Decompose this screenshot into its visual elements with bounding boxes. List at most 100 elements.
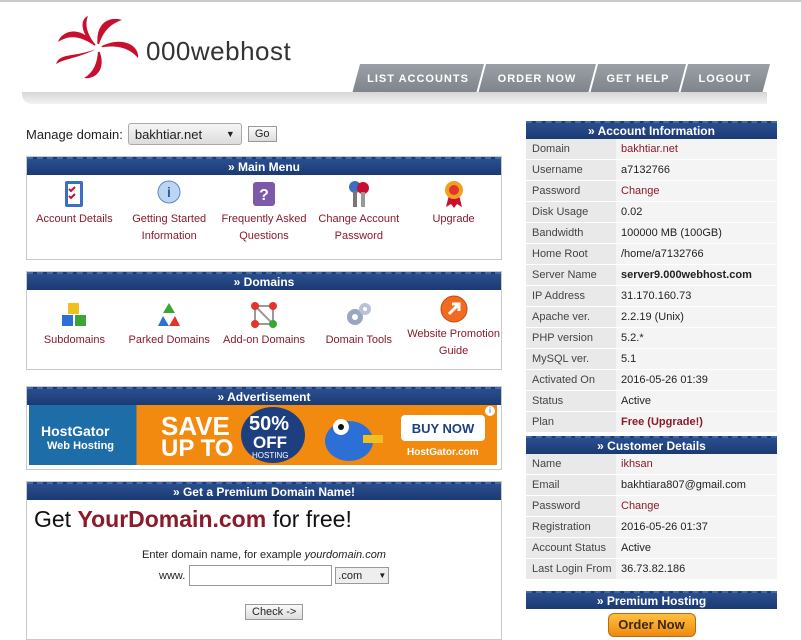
info-row: Plan Free (Upgrade!) — [526, 412, 777, 433]
info-value: 0.02 — [616, 202, 777, 222]
info-key: PHP version — [526, 328, 616, 348]
gears-icon — [346, 303, 371, 325]
info-row: Name ikhsan — [526, 454, 777, 475]
info-value[interactable]: Change — [616, 181, 777, 201]
domain-select[interactable]: bakhtiar.net ▼ — [127, 123, 242, 145]
info-key: Server Name — [526, 265, 616, 285]
info-value: server9.000webhost.com — [616, 265, 777, 285]
premium-domain-heading: Get YourDomain.com for free! — [34, 506, 352, 533]
info-row: Status Active — [526, 391, 777, 412]
tld-select[interactable]: .com ▼ — [335, 567, 390, 584]
menu-account-details[interactable]: Account Details — [27, 175, 122, 245]
info-value: 2.2.19 (Unix) — [616, 307, 777, 327]
prompt-example: yourdomain.com — [304, 549, 386, 561]
info-key: Registration — [526, 517, 616, 537]
nav-list-accounts[interactable]: LIST ACCOUNTS — [352, 64, 484, 94]
info-row: Disk Usage 0.02 — [526, 202, 777, 223]
info-key: Status — [526, 391, 616, 411]
menu-upgrade[interactable]: Upgrade — [406, 175, 501, 245]
info-key: Bandwidth — [526, 223, 616, 243]
info-value: 2016-05-26 01:39 — [616, 370, 777, 390]
menu-website-promotion[interactable]: Website Promotion Guide — [406, 290, 501, 360]
info-value: 5.1 — [616, 349, 777, 369]
menu-faq[interactable]: ? Frequently Asked Questions — [217, 175, 312, 245]
menu-label: Change Account — [318, 213, 400, 225]
arrow-icon — [440, 295, 468, 323]
info-value[interactable]: Free (Upgrade!) — [616, 412, 777, 432]
customer-details-panel: » Customer Details Name ikhsan Email bakhti… — [526, 436, 777, 580]
nav-get-help[interactable]: GET HELP — [590, 64, 686, 94]
account-info-panel: » Account Information Domain bakhtiar.net… — [526, 121, 777, 433]
manage-domain-label: Manage domain: — [26, 126, 123, 142]
info-key: Username — [526, 160, 616, 180]
info-key: Name — [526, 454, 616, 474]
menu-getting-started[interactable]: i Getting Started Information — [122, 175, 217, 245]
menu-label: Website Promotion — [407, 328, 500, 340]
domains-panel: » Domains Subdomains Parked Domains Add-… — [26, 271, 502, 370]
advertisement-header: » Advertisement — [27, 387, 501, 405]
hostgator-banner[interactable]: HostGator Web Hosting SAVE UP TO 50% OFF… — [29, 405, 497, 465]
recycle-icon — [158, 303, 181, 326]
prompt-text: Enter domain name, for example — [142, 549, 305, 561]
menu-label: Subdomains — [43, 334, 105, 346]
premium-hosting-header: » Premium Hosting — [526, 591, 777, 609]
domain-name-input[interactable] — [189, 565, 333, 586]
menu-subdomains[interactable]: Subdomains — [27, 296, 122, 360]
info-value: Active — [616, 538, 777, 558]
nav-logout[interactable]: LOGOUT — [680, 64, 770, 94]
info-value: 2016-05-26 01:37 — [616, 517, 777, 537]
menu-label: Questions — [239, 230, 289, 242]
ad-brand-sub: Web Hosting — [47, 440, 115, 452]
menu-change-password[interactable]: Change Account Password — [311, 175, 406, 245]
info-row: Bandwidth 100000 MB (100GB) — [526, 223, 777, 244]
chevron-down-icon: ▼ — [378, 571, 387, 580]
main-menu-header: » Main Menu — [27, 157, 501, 175]
info-value: ikhsan — [616, 454, 777, 474]
menu-label: Domain Tools — [325, 334, 393, 346]
www-label: www. — [159, 569, 186, 582]
info-value: bakhtiar.net — [616, 139, 777, 159]
ad-hosting: HOSTING — [252, 451, 289, 460]
premium-domain-panel: » Get a Premium Domain Name! Get YourDom… — [26, 481, 502, 640]
info-icon: i — [157, 180, 181, 204]
info-value: 31.170.160.73 — [616, 286, 777, 306]
question-icon: ? — [252, 182, 275, 206]
info-row: Activated On 2016-05-26 01:39 — [526, 370, 777, 391]
info-row: Password Change — [526, 496, 777, 517]
menu-parked-domains[interactable]: Parked Domains — [122, 296, 217, 360]
domains-header: » Domains — [27, 272, 501, 290]
info-row: Registration 2016-05-26 01:37 — [526, 517, 777, 538]
info-row: Password Change — [526, 181, 777, 202]
menu-label: Account Details — [36, 213, 113, 225]
info-row: Username a7132766 — [526, 160, 777, 181]
checklist-icon — [65, 181, 84, 207]
heading-post: for free! — [266, 506, 352, 532]
info-key: Disk Usage — [526, 202, 616, 222]
info-key: Password — [526, 496, 616, 516]
info-row: Apache ver. 2.2.19 (Unix) — [526, 307, 777, 328]
ad-off: OFF — [253, 433, 287, 452]
domain-entry: www. .com ▼ — [159, 565, 390, 586]
ad-site: HostGator.com — [407, 447, 479, 458]
menu-label: Guide — [438, 345, 469, 357]
go-button[interactable]: Go — [247, 126, 277, 142]
nav-order-now[interactable]: ORDER NOW — [478, 64, 596, 94]
ribbon-icon — [444, 181, 463, 208]
info-row: MySQL ver. 5.1 — [526, 349, 777, 370]
customer-details-header: » Customer Details — [526, 436, 777, 454]
gator-mascot-icon — [325, 419, 383, 461]
info-value[interactable]: Change — [616, 496, 777, 516]
ad-buy-now-button[interactable]: BUY NOW — [401, 415, 485, 441]
adchoices-icon[interactable]: i — [485, 406, 495, 416]
menu-addon-domains[interactable]: Add-on Domains — [217, 296, 312, 360]
info-row: IP Address 31.170.160.73 — [526, 286, 777, 307]
ad-upto: UP TO — [161, 435, 234, 462]
menu-domain-tools[interactable]: Domain Tools — [311, 296, 406, 360]
brand-name: 000webhost — [146, 36, 292, 66]
order-now-button[interactable]: Order Now — [607, 613, 696, 637]
check-button[interactable]: Check -> — [245, 604, 304, 620]
info-row: Domain bakhtiar.net — [526, 139, 777, 160]
info-key: Password — [526, 181, 616, 201]
info-value: a7132766 — [616, 160, 777, 180]
tld-value: .com — [338, 569, 363, 582]
